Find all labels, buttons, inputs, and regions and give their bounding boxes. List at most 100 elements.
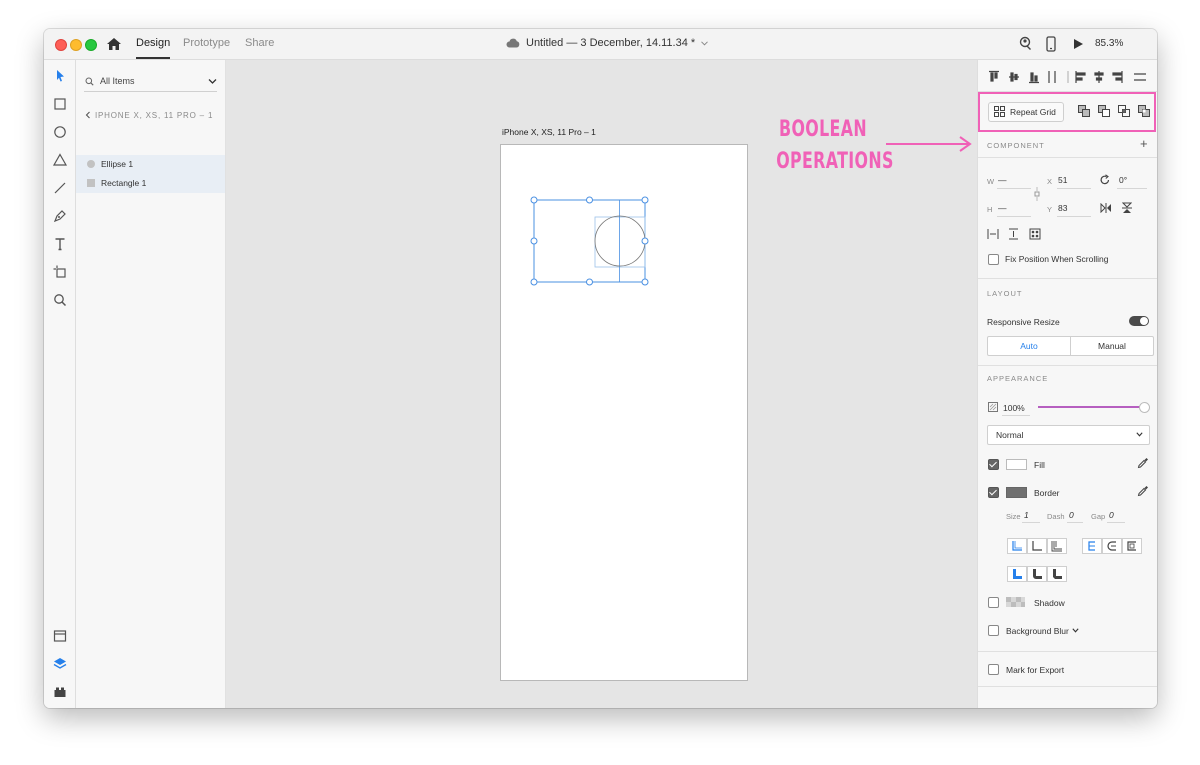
artboard-title[interactable]: iPhone X, XS, 11 Pro – 1: [502, 127, 596, 137]
fill-checkbox[interactable]: [988, 459, 999, 470]
polygon-tool-icon[interactable]: [52, 152, 68, 168]
lock-aspect-icon[interactable]: [1034, 187, 1040, 201]
layout-section-title: LAYOUT: [987, 289, 1023, 298]
tab-share[interactable]: Share: [245, 37, 274, 49]
appearance-section-title: APPEARANCE: [987, 374, 1049, 383]
flip-vertical-icon[interactable]: [1122, 202, 1132, 214]
flip-horizontal-icon[interactable]: [1100, 203, 1112, 213]
zoom-window-button[interactable]: [85, 39, 97, 51]
align-toolbar[interactable]: [988, 70, 1148, 84]
y-value[interactable]: 83: [1058, 203, 1067, 213]
add-component-button[interactable]: +: [1140, 136, 1148, 151]
divider: [978, 686, 1157, 687]
line-tool-icon[interactable]: [52, 180, 68, 196]
tab-prototype[interactable]: Prototype: [183, 37, 230, 49]
background-blur-label: Background Blur: [1006, 626, 1069, 636]
chevron-down-icon: [1136, 432, 1143, 437]
artboard[interactable]: [500, 144, 748, 681]
document-title-area[interactable]: Untitled — 3 December, 14.11.34 *: [506, 37, 709, 49]
repeat-grid-button[interactable]: Repeat Grid: [988, 102, 1064, 122]
document-title: Untitled — 3 December, 14.11.34 *: [526, 37, 696, 49]
assets-panel-icon[interactable]: [52, 628, 68, 644]
border-size-value[interactable]: 1: [1024, 510, 1029, 520]
minimize-window-button[interactable]: [70, 39, 82, 51]
zoom-tool-icon[interactable]: [52, 292, 68, 308]
fix-position-checkbox[interactable]: [988, 254, 999, 265]
search-icon: [85, 77, 94, 86]
shadow-swatch-icon[interactable]: [1006, 597, 1025, 607]
distribute-tools[interactable]: [987, 228, 1047, 240]
add-boolean-icon[interactable]: [1078, 105, 1090, 117]
auto-option[interactable]: Auto: [988, 337, 1071, 355]
boolean-operations-annotation: BOOLEAN OPERATIONS: [776, 117, 894, 174]
close-window-button[interactable]: [55, 39, 67, 51]
chevron-down-icon[interactable]: [1072, 628, 1079, 633]
tab-design[interactable]: Design: [136, 37, 171, 59]
join-miter-button[interactable]: [1007, 566, 1027, 582]
background-blur-checkbox[interactable]: [988, 625, 999, 636]
stroke-inner-button[interactable]: [1007, 538, 1027, 554]
mobile-preview-icon[interactable]: [1046, 36, 1056, 52]
fill-color-swatch[interactable]: [1006, 459, 1027, 470]
border-checkbox[interactable]: [988, 487, 999, 498]
zoom-level[interactable]: 85.3%: [1095, 38, 1123, 49]
pen-tool-icon[interactable]: [52, 208, 68, 224]
intersect-boolean-icon[interactable]: [1118, 105, 1130, 117]
rectangle-tool-icon[interactable]: [52, 96, 68, 112]
border-color-swatch[interactable]: [1006, 487, 1027, 498]
layer-label: Rectangle 1: [101, 178, 147, 188]
height-label: H: [987, 205, 993, 214]
play-icon[interactable]: [1072, 36, 1084, 52]
mark-for-export-checkbox[interactable]: [988, 664, 999, 675]
x-value[interactable]: 51: [1058, 175, 1067, 185]
blend-mode-select[interactable]: Normal: [987, 425, 1150, 445]
shadow-checkbox[interactable]: [988, 597, 999, 608]
height-value[interactable]: —: [998, 203, 1007, 213]
home-icon[interactable]: [106, 37, 122, 51]
join-bevel-button[interactable]: [1047, 566, 1067, 582]
artboard-tool-icon[interactable]: [52, 264, 68, 280]
layers-panel-icon[interactable]: [52, 656, 68, 672]
rotation-value[interactable]: 0°: [1119, 175, 1127, 185]
design-canvas[interactable]: iPhone X, XS, 11 Pro – 1 BOOLEAN OPERATI…: [226, 60, 977, 708]
width-field-underline: [997, 188, 1031, 189]
opacity-slider-handle[interactable]: [1139, 402, 1150, 413]
responsive-resize-label: Responsive Resize: [987, 317, 1060, 327]
y-label: Y: [1047, 205, 1053, 214]
repeat-grid-label: Repeat Grid: [1010, 107, 1056, 117]
user-share-icon[interactable]: [1018, 36, 1032, 52]
layers-filter[interactable]: All Items: [84, 73, 217, 92]
select-tool-icon[interactable]: [52, 68, 68, 84]
manual-option[interactable]: Manual: [1071, 337, 1153, 355]
text-tool-icon[interactable]: [52, 236, 68, 252]
responsive-resize-toggle[interactable]: [1129, 316, 1149, 326]
stroke-outer-button[interactable]: [1027, 538, 1047, 554]
opacity-value[interactable]: 100%: [1003, 403, 1025, 413]
border-label: Border: [1034, 488, 1060, 498]
ellipse-tool-icon[interactable]: [52, 124, 68, 140]
cloud-icon: [506, 38, 520, 48]
cap-butt-button[interactable]: [1082, 538, 1102, 554]
layer-item[interactable]: Ellipse 1: [76, 155, 225, 174]
subtract-boolean-icon[interactable]: [1098, 105, 1110, 117]
cap-round-button[interactable]: [1102, 538, 1122, 554]
eyedropper-icon[interactable]: [1137, 457, 1149, 469]
stroke-center-button[interactable]: [1047, 538, 1067, 554]
selection-group[interactable]: [530, 196, 652, 286]
opacity-field-underline: [1002, 415, 1030, 416]
mark-for-export-label: Mark for Export: [1006, 665, 1065, 675]
layers-breadcrumb[interactable]: IPHONE X, XS, 11 PRO – 1: [85, 111, 213, 120]
gap-label: Gap: [1091, 512, 1106, 521]
opacity-slider-track[interactable]: [1038, 406, 1146, 408]
join-round-button[interactable]: [1027, 566, 1047, 582]
back-chevron-icon[interactable]: [85, 111, 91, 119]
width-value[interactable]: —: [998, 175, 1007, 185]
chevron-down-icon: [701, 40, 709, 46]
dash-value[interactable]: 0: [1069, 510, 1074, 520]
eyedropper-icon[interactable]: [1137, 485, 1149, 497]
exclude-boolean-icon[interactable]: [1138, 105, 1150, 117]
plugins-panel-icon[interactable]: [52, 684, 68, 700]
layer-item[interactable]: Rectangle 1: [76, 174, 225, 193]
gap-value[interactable]: 0: [1109, 510, 1114, 520]
cap-square-button[interactable]: [1122, 538, 1142, 554]
